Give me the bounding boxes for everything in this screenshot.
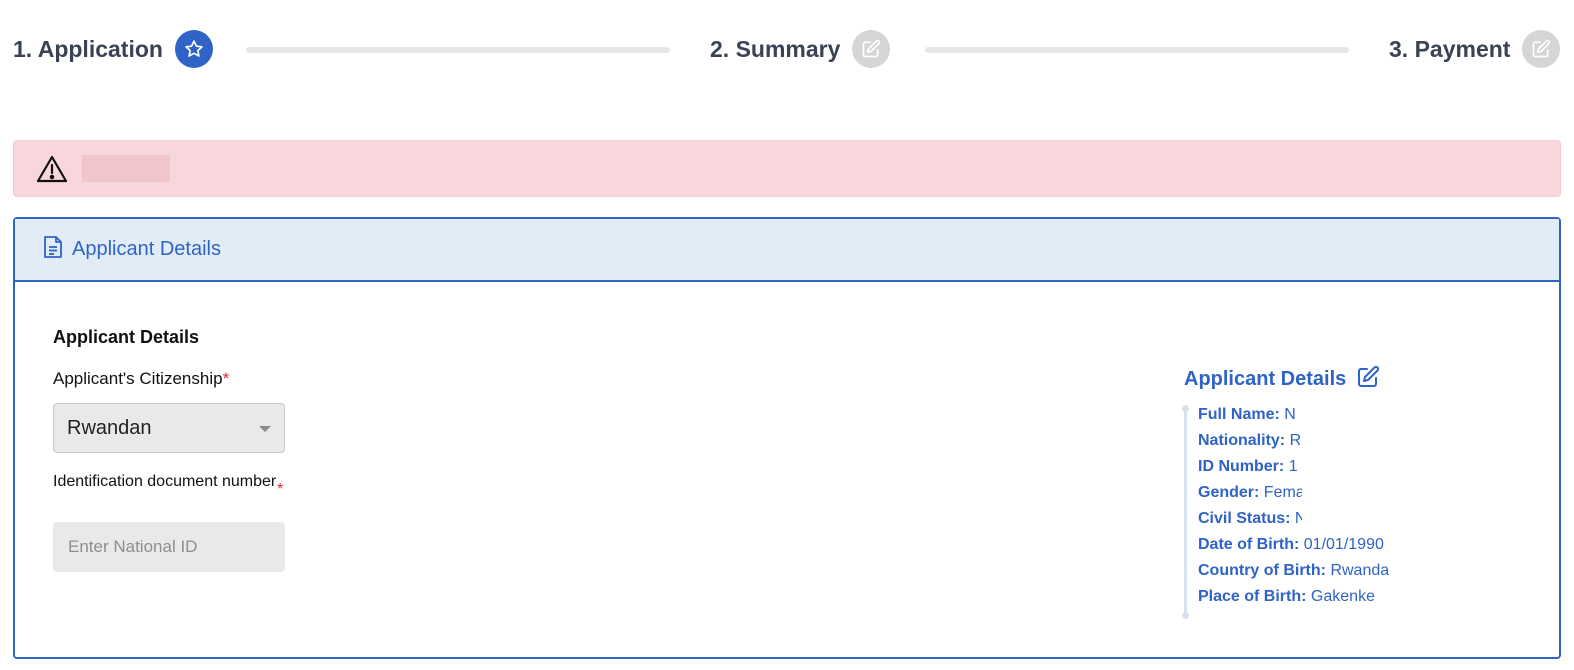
summary-key: Place of Birth:: [1198, 588, 1307, 605]
summary-value: 01/01/1990: [1303, 536, 1384, 553]
summary-value: Fema: [1263, 484, 1302, 501]
step-connector: [246, 47, 670, 53]
citizenship-label-text: Applicant's Citizenship: [53, 369, 223, 388]
error-alert: [13, 140, 1561, 197]
summary-item-civil-status: Civil Status: N: [1198, 509, 1302, 529]
edit-icon: [852, 30, 891, 68]
summary-value: R: [1289, 432, 1302, 449]
summary-value: Gakenke: [1310, 588, 1375, 605]
applicant-details-panel: Applicant Details Applicant Details Appl…: [13, 217, 1561, 659]
edit-icon: [1522, 30, 1561, 68]
star-icon: [174, 30, 213, 68]
step-label: 3. Payment: [1389, 35, 1511, 62]
summary-item-place-of-birth: Place of Birth: Gakenke: [1198, 587, 1434, 607]
summary-item-country-of-birth: Country of Birth: Rwanda: [1198, 561, 1434, 581]
summary-key: Full Name:: [1198, 406, 1280, 423]
document-icon: [43, 235, 63, 264]
rail-dot: [1182, 612, 1189, 619]
form-heading: Applicant Details: [53, 327, 200, 347]
summary-value: N: [1284, 406, 1296, 423]
step-application[interactable]: 1. Application: [13, 30, 213, 68]
panel-title: Applicant Details: [72, 238, 221, 260]
step-connector: [925, 47, 1349, 53]
summary-value: 1: [1288, 458, 1298, 475]
summary-title: Applicant Details: [1184, 368, 1347, 390]
summary-item-gender: Gender: Fema: [1198, 483, 1302, 503]
national-id-input[interactable]: [53, 522, 285, 572]
citizenship-select[interactable]: Rwandan: [53, 403, 285, 453]
id-document-label: Identification document number: [53, 473, 277, 490]
step-summary[interactable]: 2. Summary: [710, 30, 891, 68]
summary-item-full-name: Full Name: N: [1198, 405, 1302, 425]
summary-item-nationality: Nationality: R: [1198, 431, 1302, 451]
summary-key: Gender:: [1198, 484, 1260, 501]
warning-icon: [36, 154, 68, 184]
edit-icon[interactable]: [1356, 365, 1380, 394]
summary-item-id-number: ID Number: 1: [1198, 457, 1302, 477]
citizenship-label: Applicant's Citizenship*: [53, 369, 229, 389]
summary-list: Full Name: N Nationality: R ID Number: 1…: [1182, 405, 1434, 619]
required-mark: *: [277, 481, 284, 498]
summary-rail: [1184, 407, 1187, 617]
summary-key: Nationality:: [1198, 432, 1286, 449]
step-payment[interactable]: 3. Payment: [1389, 30, 1561, 68]
caret-down-icon: [259, 426, 271, 432]
required-mark: *: [222, 369, 230, 388]
summary-key: Civil Status:: [1198, 510, 1291, 527]
summary-key: Country of Birth:: [1198, 562, 1326, 579]
citizenship-selected-value: Rwandan: [67, 416, 152, 439]
summary-key: Date of Birth:: [1198, 536, 1300, 553]
summary-header: Applicant Details: [1184, 365, 1380, 394]
alert-message: [82, 155, 170, 182]
rail-dot: [1182, 405, 1189, 412]
summary-value: N: [1294, 510, 1302, 527]
summary-key: ID Number:: [1198, 458, 1285, 475]
summary-item-date-of-birth: Date of Birth: 01/01/1990: [1198, 535, 1408, 555]
panel-header[interactable]: Applicant Details: [15, 219, 1559, 282]
progress-stepper: 1. Application 2. Summary 3. Payment: [0, 0, 1574, 100]
summary-value: Rwanda: [1330, 562, 1390, 579]
step-label: 2. Summary: [710, 35, 841, 62]
step-label: 1. Application: [13, 35, 163, 62]
